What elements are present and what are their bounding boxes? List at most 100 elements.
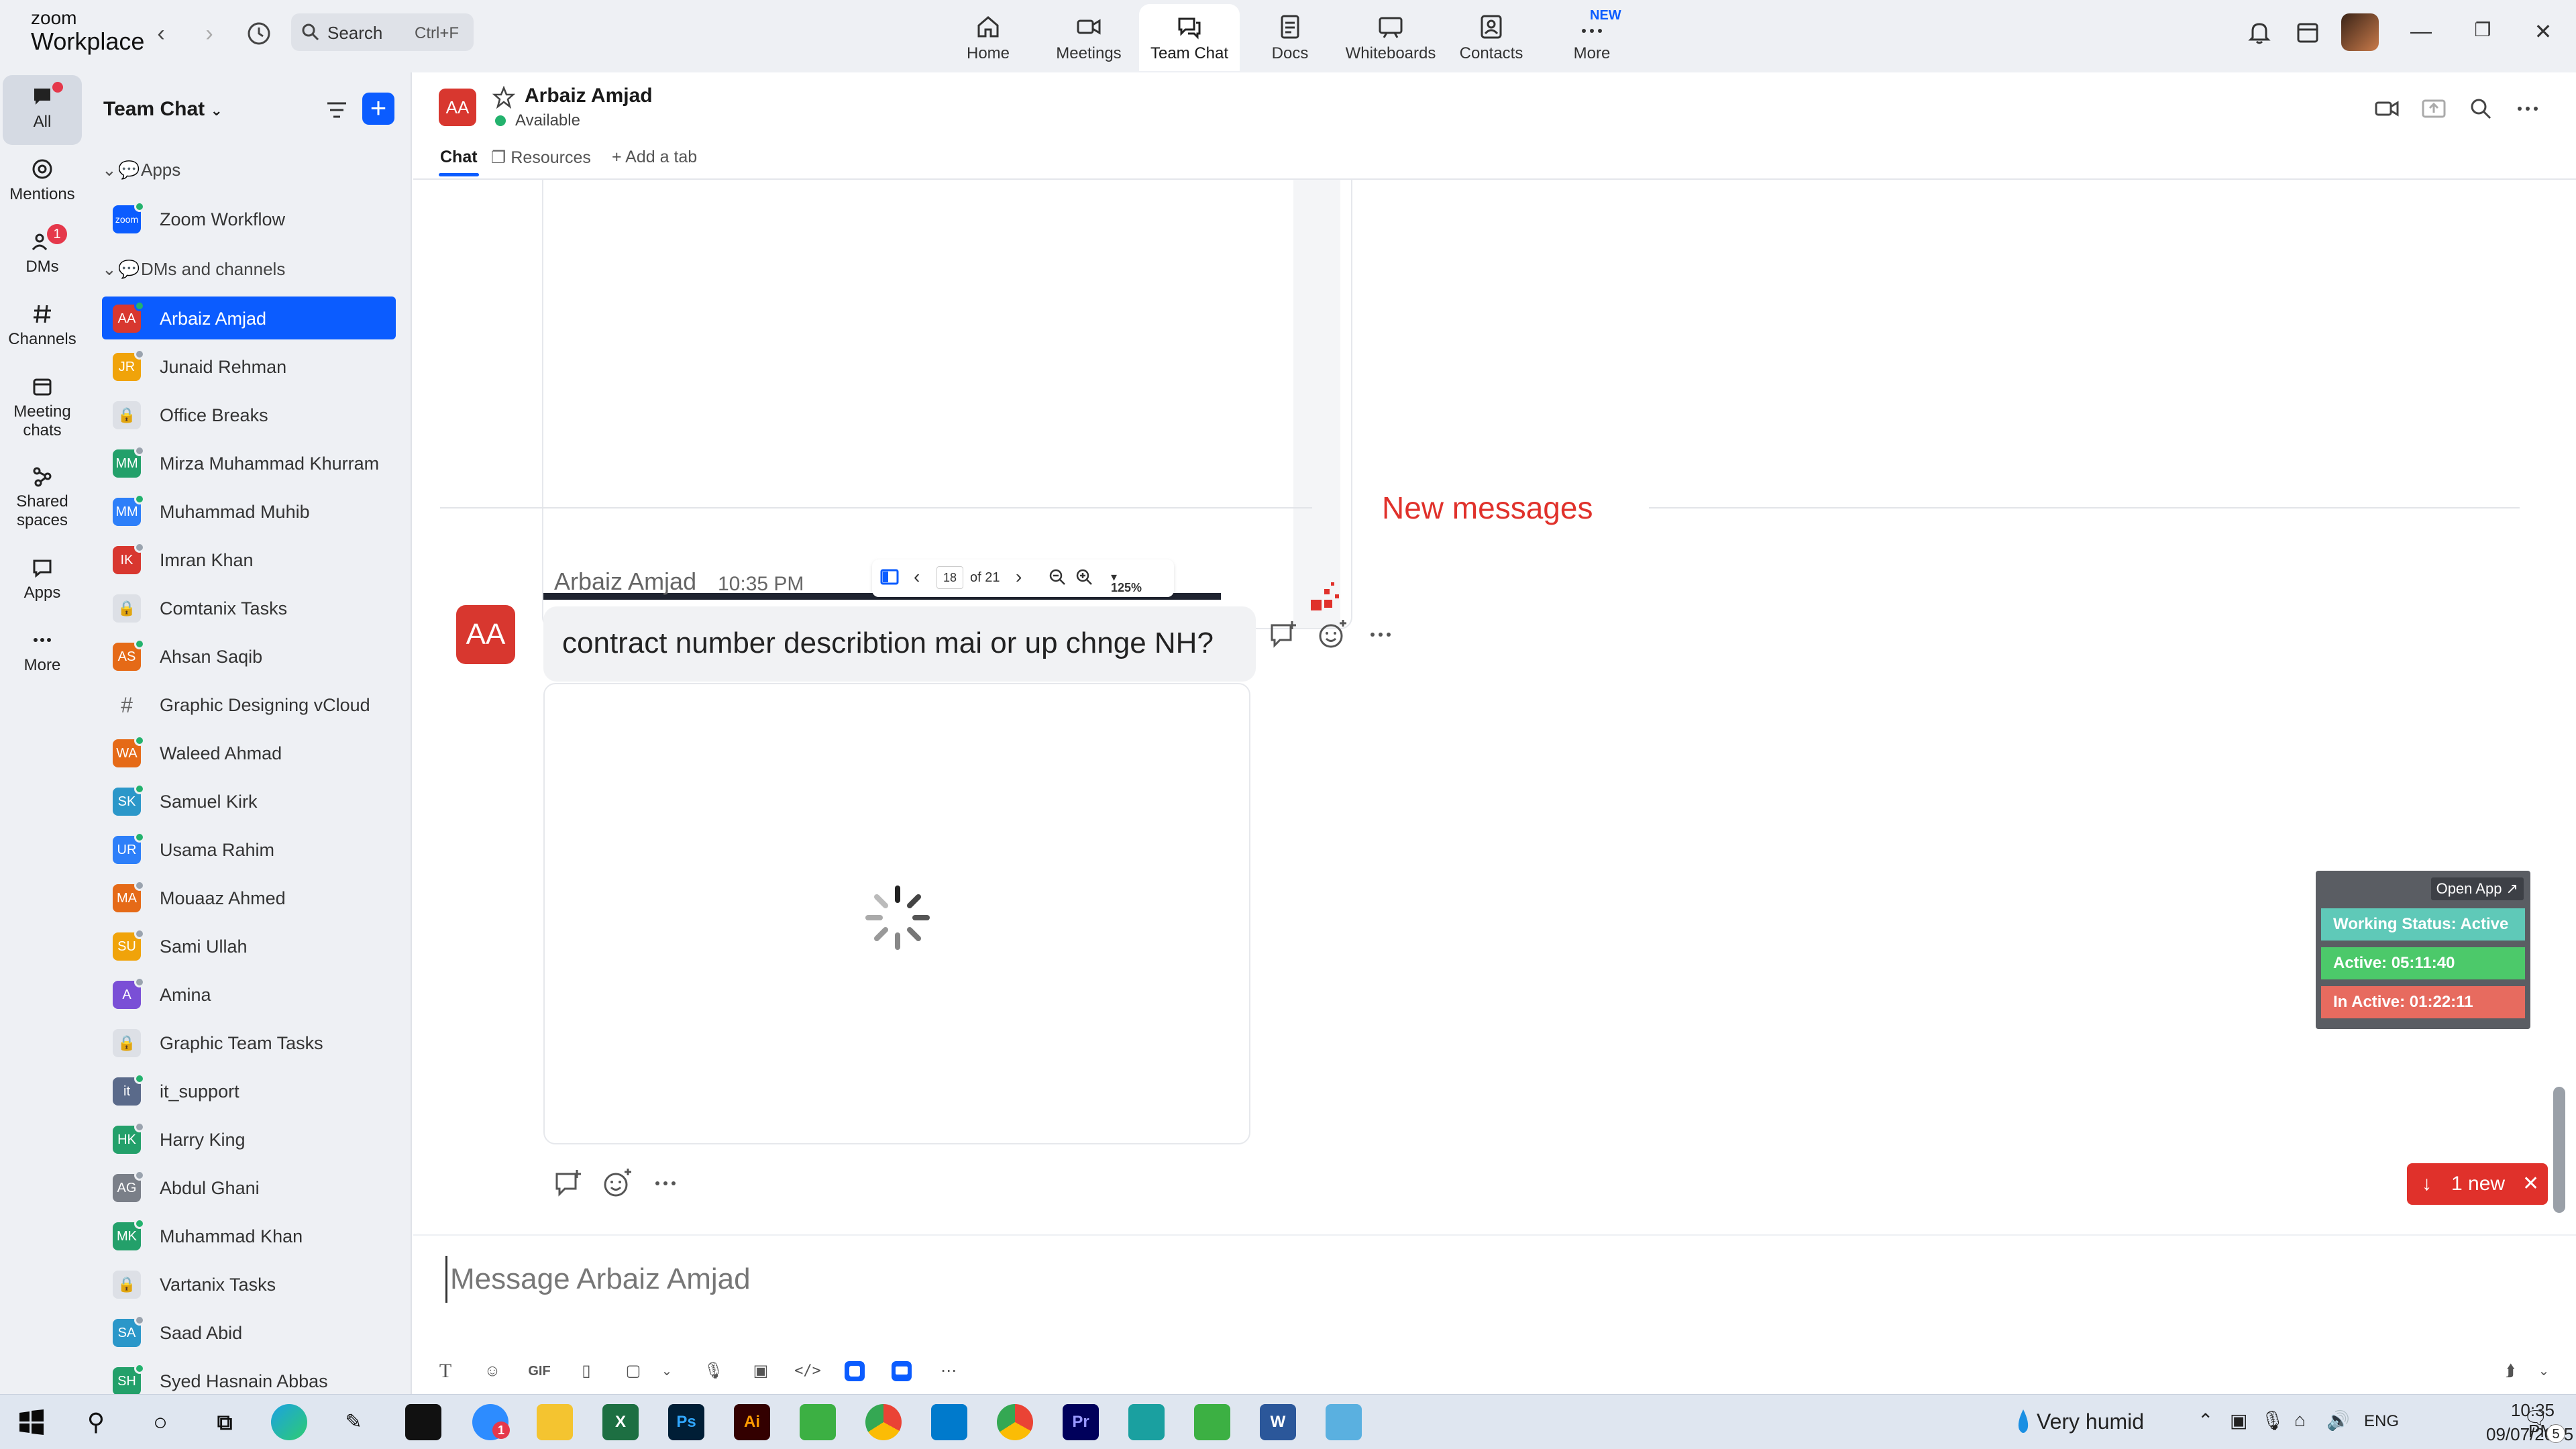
chat-avatar[interactable]: AA: [439, 89, 476, 126]
message-more-icon[interactable]: [648, 1166, 686, 1203]
page-number-input[interactable]: 18: [936, 566, 963, 589]
list-item[interactable]: # Graphic Designing vCloud: [102, 683, 396, 726]
language-indicator[interactable]: ENG: [2364, 1412, 2399, 1431]
app-blue-icon[interactable]: [1326, 1404, 1362, 1440]
more-icon[interactable]: ⋯: [934, 1356, 963, 1386]
word-icon[interactable]: W: [1260, 1404, 1296, 1440]
windows-start-icon[interactable]: [13, 1404, 50, 1440]
add-reaction-icon[interactable]: [1315, 617, 1352, 655]
audio-icon[interactable]: 🎙: [699, 1356, 729, 1386]
send-options-icon[interactable]: ⮭: [2496, 1356, 2525, 1386]
message-more-icon[interactable]: [1363, 617, 1401, 655]
close-icon[interactable]: ✕: [2522, 1163, 2539, 1205]
pdf-preview-card[interactable]: ‹ 18 of 21 › 125% ▾: [542, 180, 1352, 629]
terminal-icon[interactable]: [405, 1404, 441, 1440]
list-item[interactable]: MA Mouaaz Ahmed: [102, 876, 396, 919]
previous-page-icon[interactable]: ‹: [914, 566, 920, 588]
zoom-in-icon[interactable]: [1075, 568, 1093, 590]
list-item[interactable]: MM Muhammad Muhib: [102, 490, 396, 533]
rail-item-channels[interactable]: Channels: [3, 292, 82, 362]
filter-icon[interactable]: [322, 95, 352, 125]
code-icon[interactable]: </>: [793, 1356, 822, 1386]
task-view-icon[interactable]: ⧉: [207, 1404, 243, 1440]
list-item[interactable]: SH Syed Hasnain Abbas: [102, 1359, 396, 1394]
back-arrow-icon[interactable]: ‹: [146, 19, 176, 48]
list-item[interactable]: WA Waleed Ahmad: [102, 731, 396, 774]
microphone-icon[interactable]: 🎙: [2261, 1409, 2285, 1432]
app-green-icon[interactable]: [800, 1404, 836, 1440]
calendar-icon[interactable]: [2293, 17, 2325, 50]
zoom-level-select[interactable]: 125% ▾: [1111, 570, 1142, 594]
list-item[interactable]: MM Mirza Muhammad Khurram: [102, 441, 396, 484]
tray-app-icon[interactable]: ▣: [2230, 1409, 2247, 1432]
app-icon[interactable]: [840, 1356, 869, 1386]
search-input[interactable]: Search Ctrl+F: [291, 13, 474, 51]
vscode-icon[interactable]: [931, 1404, 967, 1440]
list-item[interactable]: JR Junaid Rehman: [102, 345, 396, 388]
format-text-icon[interactable]: T: [431, 1356, 460, 1386]
list-item[interactable]: SK Samuel Kirk: [102, 780, 396, 822]
rail-item-apps[interactable]: Apps: [3, 546, 82, 616]
weather-text[interactable]: Very humid: [2037, 1409, 2144, 1434]
dms-section-header[interactable]: ⌄💬DMs and channels: [102, 259, 285, 280]
list-item[interactable]: AG Abdul Ghani: [102, 1166, 396, 1209]
app-icon[interactable]: [887, 1356, 916, 1386]
screenshot-icon[interactable]: ▢: [619, 1356, 648, 1386]
message-sender[interactable]: Arbaiz Amjad: [554, 568, 696, 596]
list-item[interactable]: 🔒 Comtanix Tasks: [102, 586, 396, 629]
tab-team-chat[interactable]: Team Chat: [1139, 4, 1240, 71]
list-item[interactable]: SU Sami Ullah: [102, 924, 396, 967]
photoshop-icon[interactable]: Ps: [668, 1404, 704, 1440]
next-page-icon[interactable]: ›: [1016, 566, 1022, 588]
tab-meetings[interactable]: Meetings: [1038, 4, 1139, 71]
chat-title[interactable]: Arbaiz Amjad: [525, 85, 653, 107]
message-bubble[interactable]: contract number describtion mai or up ch…: [543, 606, 1256, 682]
apps-section-header[interactable]: ⌄💬Apps: [102, 160, 180, 180]
zoom-taskbar-icon[interactable]: 1: [472, 1404, 510, 1440]
rail-item-meeting-chats[interactable]: Meeting chats: [3, 365, 82, 452]
app-item-zoom-workflow[interactable]: zoom Zoom Workflow: [102, 197, 396, 240]
cortana-icon[interactable]: ○: [142, 1404, 178, 1440]
list-item[interactable]: SA Saad Abid: [102, 1311, 396, 1354]
rail-item-more[interactable]: More: [3, 619, 82, 688]
list-item[interactable]: 🔒 Graphic Team Tasks: [102, 1021, 396, 1064]
share-screen-icon[interactable]: [2419, 94, 2451, 126]
notification-icon[interactable]: 🗨: [2524, 1407, 2548, 1429]
restore-icon[interactable]: ❐: [2466, 19, 2500, 41]
chevron-up-icon[interactable]: ⌃: [2198, 1409, 2213, 1432]
rail-item-shared-spaces[interactable]: Shared spaces: [3, 455, 82, 542]
list-item[interactable]: 🔒 Vartanix Tasks: [102, 1263, 396, 1305]
tab-home[interactable]: Home: [938, 4, 1038, 71]
gif-icon[interactable]: GIF: [525, 1356, 554, 1386]
reply-icon[interactable]: [551, 1166, 589, 1203]
message-input[interactable]: [445, 1256, 2525, 1303]
attachment-preview-card[interactable]: [543, 683, 1250, 1144]
file-explorer-icon[interactable]: [537, 1404, 573, 1440]
list-item[interactable]: AS Ahsan Saqib: [102, 635, 396, 678]
volume-icon[interactable]: 🔊: [2326, 1409, 2350, 1432]
list-item[interactable]: it it_support: [102, 1069, 396, 1112]
reply-icon[interactable]: [1267, 617, 1304, 655]
history-icon[interactable]: [243, 17, 275, 50]
app-teal-icon[interactable]: [1128, 1404, 1165, 1440]
minimize-icon[interactable]: —: [2404, 19, 2438, 44]
message-avatar[interactable]: AA: [456, 605, 515, 664]
scrollbar[interactable]: [2553, 1087, 2565, 1213]
pen-icon[interactable]: ✎: [335, 1404, 372, 1440]
more-options-icon[interactable]: [2513, 94, 2545, 126]
list-item[interactable]: 🔒 Office Breaks: [102, 393, 396, 436]
search-icon[interactable]: ⚲: [78, 1404, 114, 1440]
tab-chat[interactable]: Chat: [440, 148, 478, 167]
star-icon[interactable]: [492, 86, 515, 109]
network-icon[interactable]: ⌂: [2294, 1409, 2306, 1431]
add-reaction-icon[interactable]: [600, 1166, 637, 1203]
message-list[interactable]: ‹ 18 of 21 › 125% ▾ New messages Arbaiz A…: [413, 180, 2576, 1234]
tab-contacts[interactable]: Contacts: [1441, 4, 1542, 71]
chrome-icon[interactable]: [997, 1404, 1033, 1440]
tab-whiteboards[interactable]: Whiteboards: [1340, 4, 1441, 71]
emoji-icon[interactable]: ☺: [478, 1356, 507, 1386]
tab-docs[interactable]: Docs: [1240, 4, 1340, 71]
video-call-icon[interactable]: [2372, 94, 2404, 126]
close-icon[interactable]: ✕: [2526, 19, 2560, 44]
zoom-out-icon[interactable]: [1048, 568, 1067, 590]
